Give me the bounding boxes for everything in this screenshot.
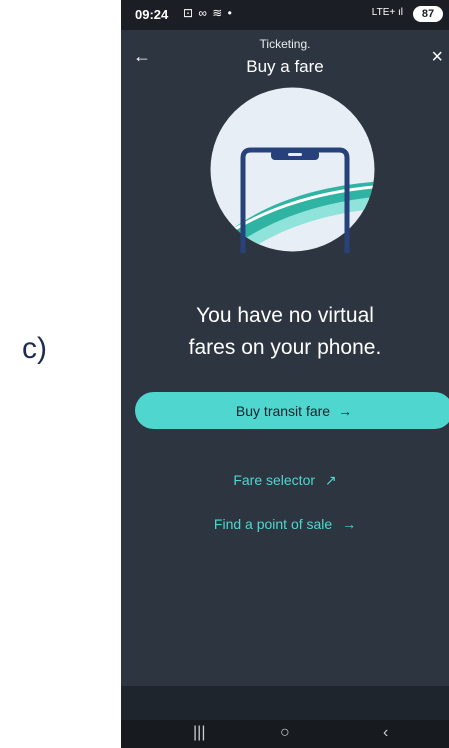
external-link-icon: ↗ (324, 472, 337, 488)
header-kicker: Ticketing. (259, 37, 311, 51)
buy-transit-fare-button[interactable]: Buy transit fare → (135, 392, 449, 429)
arrow-right-icon: → (342, 516, 357, 532)
message-line-1: You have no virtual (196, 304, 374, 327)
status-time: 09:24 (135, 7, 169, 22)
phone-illustration (210, 87, 375, 253)
empty-state-message: You have no virtual fares on your phone. (121, 300, 449, 364)
system-navigation-bar: ||| ○ ‹ (121, 720, 449, 748)
recents-icon[interactable]: ||| (193, 724, 205, 742)
phone-screen: 09:24 ⊡ ∞ ≋ • LTE+ ıl 87 ← Ticketing. Bu… (121, 0, 449, 748)
app-header: ← Ticketing. Buy a fare × (121, 30, 449, 80)
phone-speaker (288, 153, 302, 156)
fare-selector-link[interactable]: Fare selector ↗ (121, 472, 449, 489)
buy-button-label: Buy transit fare (235, 402, 331, 419)
status-bar: 09:24 ⊡ ∞ ≋ • LTE+ ıl 87 (121, 0, 449, 30)
point-of-sale-label: Find a point of sale (213, 516, 333, 532)
status-icons: ⊡ ∞ ≋ • (183, 6, 233, 20)
find-point-of-sale-link[interactable]: Find a point of sale → (121, 516, 449, 532)
signal-icon: LTE+ ıl (371, 7, 403, 18)
page-title: Buy a fare (246, 57, 324, 76)
arrow-right-icon: → (338, 402, 353, 419)
close-icon[interactable]: × (431, 46, 443, 69)
figure-caption: c) (22, 332, 47, 365)
back-icon[interactable]: ‹ (383, 724, 388, 742)
message-line-2: fares on your phone. (188, 336, 382, 359)
fare-selector-label: Fare selector (233, 472, 316, 488)
home-icon[interactable]: ○ (280, 724, 290, 742)
bottom-bar (121, 686, 449, 720)
battery-icon: 87 (413, 6, 443, 22)
